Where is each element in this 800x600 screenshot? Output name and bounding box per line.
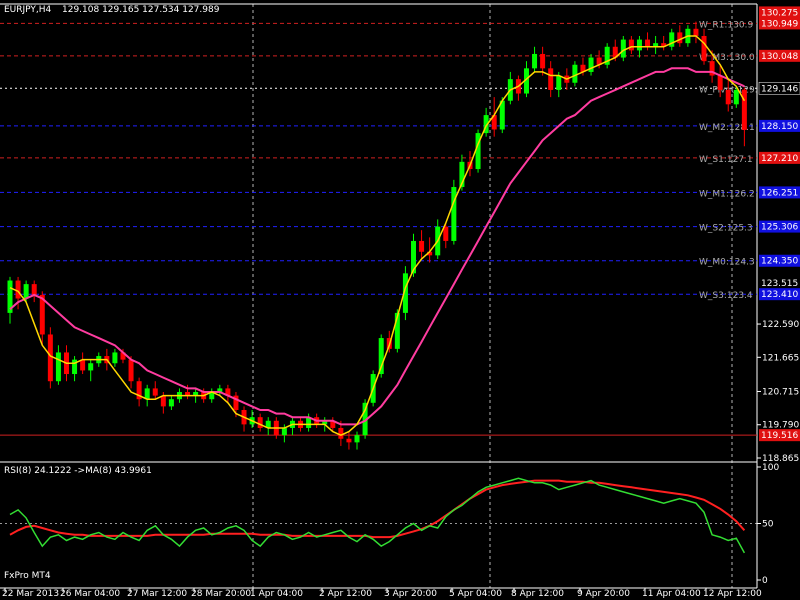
price-tag-W_M3: 130.048: [761, 52, 798, 62]
price-tag-W_M1: 126.251: [761, 188, 798, 198]
candle-body: [168, 399, 174, 407]
candle-body: [346, 438, 352, 443]
rsi-title: RSI(8) 24.1222 ->MA(8) 43.9961: [4, 466, 152, 476]
candle-body: [338, 427, 344, 439]
x-tick-label: 9 Apr 20:00: [577, 589, 630, 599]
candle-body: [725, 89, 731, 105]
level-label-W_S1: W_S1:127.1: [699, 155, 753, 165]
candle-body: [419, 240, 425, 252]
x-tick-label: 5 Apr 04:00: [449, 589, 502, 599]
price-tag-W_M0: 124.350: [761, 257, 798, 267]
level-label-W_M0: W_M0:124.3: [699, 258, 755, 268]
x-tick-label: 2 Apr 12:00: [319, 589, 372, 599]
x-tick-label: 28 Mar 20:00: [191, 589, 251, 599]
chart-header-symbol: EURJPY,H4: [4, 5, 52, 15]
candle-body: [636, 39, 642, 51]
candle-body: [556, 75, 562, 90]
candle-body: [257, 417, 263, 428]
candle-body: [628, 39, 634, 51]
candle-body: [677, 32, 683, 44]
background: [0, 0, 800, 600]
level-label-W_S3: W_S3:123.4: [699, 291, 753, 301]
price-tag-top: 130.275: [761, 8, 798, 18]
candle-body: [701, 35, 707, 62]
candle-body: [354, 435, 360, 443]
candle-body: [281, 427, 287, 436]
level-label-W_M3: W_M3:130.0: [699, 53, 755, 63]
candle-body: [128, 359, 134, 382]
price-tag-W_M2: 128.150: [761, 122, 798, 132]
x-tick-label: 12 Apr 12:00: [703, 589, 762, 599]
candle-body: [23, 284, 29, 299]
candle-body: [80, 359, 86, 371]
y-tick-label: 122.590: [762, 320, 799, 330]
x-tick-label: 22 Mar 2013: [2, 589, 59, 599]
x-tick-label: 26 Mar 04:00: [60, 589, 120, 599]
rsi-tick-label: 0: [762, 576, 768, 586]
candle-body: [47, 334, 53, 382]
level-label-W_S2: W_S2:125.3: [699, 224, 753, 234]
rsi-tick-label: 50: [762, 520, 774, 530]
candle-body: [532, 53, 538, 69]
candle-body: [733, 89, 739, 105]
watermark: FxPro MT4: [4, 571, 51, 581]
price-tag-W_S1: 127.210: [761, 154, 798, 164]
chart-header-ohlc: 129.108 129.165 127.534 127.989: [62, 5, 220, 15]
y-tick-extra: 123.515: [761, 279, 798, 289]
candle-body: [451, 187, 457, 241]
candle-body: [717, 75, 723, 90]
price-tag-W_S2: 125.306: [761, 223, 798, 233]
x-tick-label: 3 Apr 20:00: [384, 589, 437, 599]
candle-body: [741, 89, 747, 130]
candle-body: [620, 39, 626, 58]
rsi-tick-label: 100: [762, 463, 779, 473]
level-label-W_R1: W_R1:130.9: [699, 20, 753, 30]
candle-body: [152, 388, 158, 396]
candle-body: [645, 39, 651, 47]
candle-body: [693, 28, 699, 36]
candle-body: [572, 64, 578, 83]
candle-body: [160, 395, 166, 407]
level-label-W_M1: W_M1:126.2: [699, 189, 755, 199]
y-tick-label: 119.790: [762, 421, 799, 431]
x-tick-label: 8 Apr 12:00: [511, 589, 564, 599]
candle-body: [112, 352, 118, 364]
y-tick-label: 120.715: [762, 387, 799, 397]
price-tag-bottom: 119.516: [761, 431, 798, 441]
candle-body: [144, 388, 150, 400]
candle-body: [548, 68, 554, 90]
price-tag-W_R1: 130.949: [761, 19, 798, 29]
current-price: 129.146: [761, 84, 798, 94]
x-tick-label: 11 Apr 04:00: [642, 589, 701, 599]
y-tick-label: 121.665: [762, 353, 799, 363]
chart-canvas: W_R1:130.9130.949W_M3:130.0130.048W_Pivo…: [0, 0, 800, 600]
price-tag-W_S3: 123.410: [761, 290, 798, 300]
candle-body: [31, 284, 37, 295]
candle-body: [540, 53, 546, 69]
candle-body: [15, 280, 21, 299]
candle-body: [88, 363, 94, 371]
x-tick-label: 1 Apr 04:00: [250, 589, 303, 599]
x-tick-label: 27 Mar 12:00: [127, 589, 187, 599]
candle-body: [55, 352, 61, 382]
